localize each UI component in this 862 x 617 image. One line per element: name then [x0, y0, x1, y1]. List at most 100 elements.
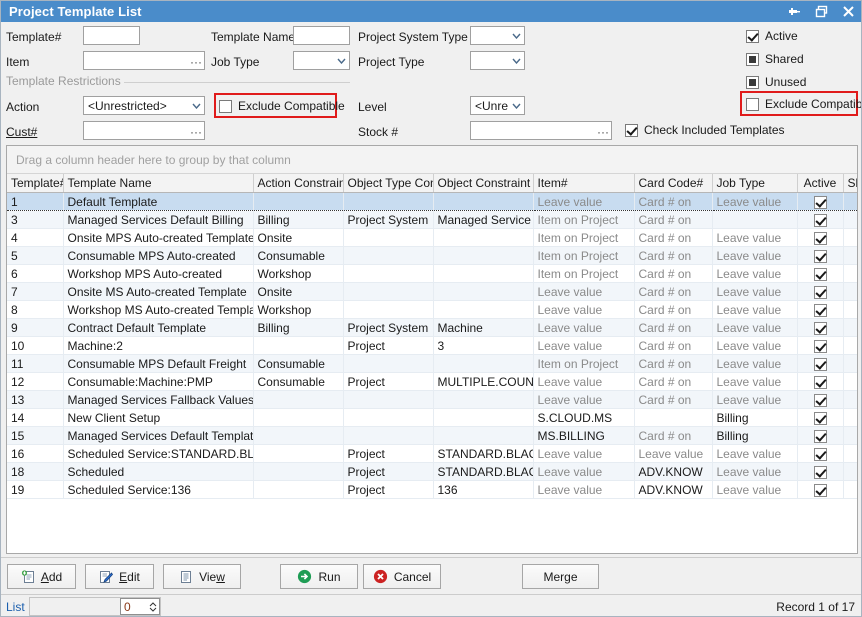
table-header-row: Template#Template NameAction ConstraintO… [7, 174, 858, 193]
cell-action_constraint [253, 481, 343, 499]
active-checkbox[interactable] [814, 268, 827, 281]
table-row[interactable]: 10Machine:2Project3Leave valueCard # onL… [7, 337, 858, 355]
column-header-template_no[interactable]: Template# [7, 174, 63, 193]
column-header-card_code_no[interactable]: Card Code# [634, 174, 712, 193]
action-toolbar: Add Edit View [1, 557, 862, 595]
add-button[interactable]: Add [7, 564, 76, 589]
close-icon[interactable] [842, 5, 855, 18]
table-row[interactable]: 7Onsite MS Auto-created TemplateOnsiteLe… [7, 283, 858, 301]
active-checkbox[interactable] [814, 358, 827, 371]
item-lookup-button[interactable]: ··· [188, 53, 204, 70]
list-spinner[interactable]: 0 [29, 597, 161, 616]
cell-action_constraint: Workshop [253, 301, 343, 319]
list-spinner-box[interactable]: 0 [120, 598, 160, 615]
active-checkbox[interactable] [814, 412, 827, 425]
table-body: 1Default TemplateLeave valueCard # onLea… [7, 193, 858, 499]
active-filter-label: Active [765, 29, 798, 43]
active-checkbox[interactable] [814, 286, 827, 299]
table-row[interactable]: 1Default TemplateLeave valueCard # onLea… [7, 193, 858, 211]
active-checkbox[interactable] [814, 322, 827, 335]
active-checkbox[interactable] [814, 430, 827, 443]
active-checkbox[interactable] [814, 214, 827, 227]
group-by-drop-area[interactable]: Drag a column header here to group by th… [7, 146, 857, 174]
unused-filter-checkbox[interactable]: Unused [746, 75, 806, 89]
project-type-select[interactable] [470, 51, 525, 70]
template-number-input[interactable] [83, 26, 140, 45]
cell-object_type_const: Project [343, 463, 433, 481]
active-checkbox[interactable] [814, 304, 827, 317]
table-row[interactable]: 14New Client SetupS.CLOUD.MSBilling [7, 409, 858, 427]
column-header-item_no[interactable]: Item# [533, 174, 634, 193]
job-type-select[interactable] [293, 51, 350, 70]
edit-button[interactable]: Edit [85, 564, 154, 589]
cust-number-lookup-button[interactable]: ··· [188, 123, 204, 140]
cell-job_type: Leave value [712, 445, 797, 463]
active-checkbox[interactable] [814, 466, 827, 479]
cell-item_no: Leave value [533, 463, 634, 481]
cell-action_constraint [253, 193, 343, 211]
run-button[interactable]: Run [280, 564, 358, 589]
cell-card_code_no: Leave value [634, 445, 712, 463]
active-filter-checkbox[interactable]: Active [746, 29, 798, 43]
column-header-shared[interactable]: Shared [843, 174, 858, 193]
table-row[interactable]: 15Managed Services Default TemplateMS.BI… [7, 427, 858, 445]
active-checkbox[interactable] [814, 394, 827, 407]
check-included-templates-checkbox[interactable]: Check Included Templates [625, 123, 785, 137]
active-checkbox[interactable] [814, 232, 827, 245]
action-select[interactable]: <Unrestricted> [83, 96, 205, 115]
active-checkbox[interactable] [814, 250, 827, 263]
cell-active [797, 265, 843, 283]
project-system-type-select[interactable] [470, 26, 525, 45]
cell-item_no: Leave value [533, 391, 634, 409]
active-checkbox[interactable] [814, 340, 827, 353]
cell-template_no: 12 [7, 373, 63, 391]
table-row[interactable]: 8Workshop MS Auto-created TemplateWorksh… [7, 301, 858, 319]
exclude-compatible-left-checkbox[interactable]: Exclude Compatible [219, 99, 345, 113]
cell-active [797, 391, 843, 409]
table-row[interactable]: 19Scheduled Service:136Project136Leave v… [7, 481, 858, 499]
active-checkbox[interactable] [814, 376, 827, 389]
cell-action_constraint [253, 337, 343, 355]
column-header-object_constraint[interactable]: Object Constraint [433, 174, 533, 193]
cell-object_type_const [343, 265, 433, 283]
view-button[interactable]: View [163, 564, 241, 589]
exclude-compatible-right-checkbox[interactable]: Exclude Compatible [746, 97, 862, 111]
table-row[interactable]: 5Consumable MPS Auto-createdConsumableIt… [7, 247, 858, 265]
restore-icon[interactable] [815, 5, 828, 18]
active-checkbox[interactable] [814, 196, 827, 209]
table-row[interactable]: 16Scheduled Service:STANDARD.BLACKProjec… [7, 445, 858, 463]
spinner-arrows-icon[interactable] [149, 602, 159, 612]
merge-button[interactable]: Merge [522, 564, 599, 589]
cancel-button[interactable]: Cancel [363, 564, 441, 589]
cell-object_constraint: Managed Service [433, 211, 533, 229]
table-row[interactable]: 12Consumable:Machine:PMPConsumableProjec… [7, 373, 858, 391]
pin-icon[interactable] [788, 5, 801, 18]
cell-object_constraint [433, 409, 533, 427]
column-header-object_type_const[interactable]: Object Type Const [343, 174, 433, 193]
table-row[interactable]: 18ScheduledProjectSTANDARD.BLACKLeave va… [7, 463, 858, 481]
cell-template_name: Onsite MS Auto-created Template [63, 283, 253, 301]
column-header-job_type[interactable]: Job Type [712, 174, 797, 193]
table-row[interactable]: 6Workshop MPS Auto-createdWorkshopItem o… [7, 265, 858, 283]
template-name-input[interactable] [293, 26, 350, 45]
shared-filter-checkbox[interactable]: Shared [746, 52, 804, 66]
column-header-active[interactable]: Active [797, 174, 843, 193]
stock-number-input[interactable] [470, 121, 612, 140]
table-row[interactable]: 11Consumable MPS Default FreightConsumab… [7, 355, 858, 373]
table-row[interactable]: 13Managed Services Fallback ValuesLeave … [7, 391, 858, 409]
table-row[interactable]: 4Onsite MPS Auto-created TemplateOnsiteI… [7, 229, 858, 247]
cust-number-input[interactable] [83, 121, 205, 140]
stock-number-lookup-button[interactable]: ··· [595, 123, 611, 140]
column-header-action_constraint[interactable]: Action Constraint [253, 174, 343, 193]
active-checkbox[interactable] [814, 448, 827, 461]
active-checkbox[interactable] [814, 484, 827, 497]
item-input[interactable] [83, 51, 205, 70]
list-label[interactable]: List [6, 600, 25, 614]
cell-job_type [712, 211, 797, 229]
cell-template_name: Default Template [63, 193, 253, 211]
cell-card_code_no: Card # on [634, 229, 712, 247]
table-row[interactable]: 3Managed Services Default BillingBilling… [7, 211, 858, 229]
table-row[interactable]: 9Contract Default TemplateBillingProject… [7, 319, 858, 337]
level-select[interactable]: <Unres [470, 96, 525, 115]
column-header-template_name[interactable]: Template Name [63, 174, 253, 193]
